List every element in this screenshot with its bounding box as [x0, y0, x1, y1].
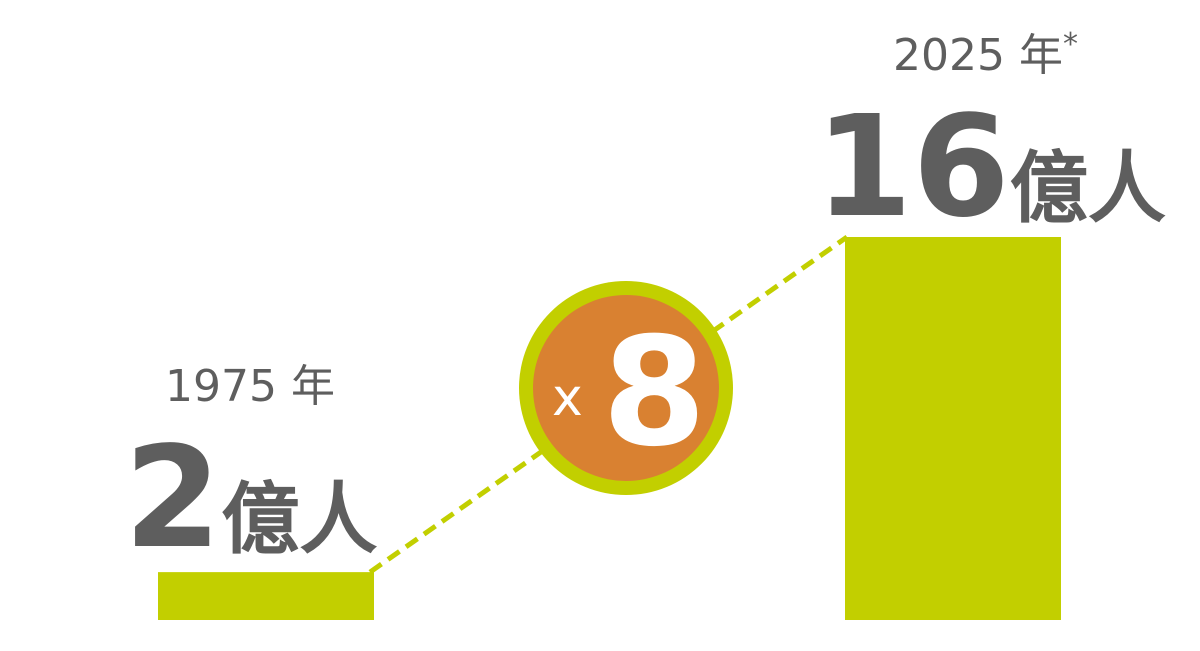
value-unit: 億人: [1010, 144, 1166, 234]
growth-chart: 1975 年 2億人 2025 年* 16億人 x 8: [124, 27, 1166, 620]
year-label-2025: 2025 年*: [893, 27, 1078, 81]
multiplier-value: 8: [602, 306, 706, 480]
multiplier-badge: x 8: [519, 281, 733, 495]
value-number: 16: [815, 86, 1010, 249]
multiplier-prefix: x: [552, 368, 583, 428]
value-unit: 億人: [221, 475, 377, 565]
year-label-1975: 1975 年: [165, 361, 335, 412]
bar-2025: [845, 237, 1061, 620]
value-label-1975: 2億人: [124, 417, 377, 580]
year-text: 1975 年: [165, 361, 335, 412]
value-label-2025: 16億人: [815, 86, 1166, 249]
value-number: 2: [124, 417, 221, 580]
year-text: 2025 年: [893, 30, 1063, 81]
year-note-asterisk: *: [1063, 27, 1078, 62]
